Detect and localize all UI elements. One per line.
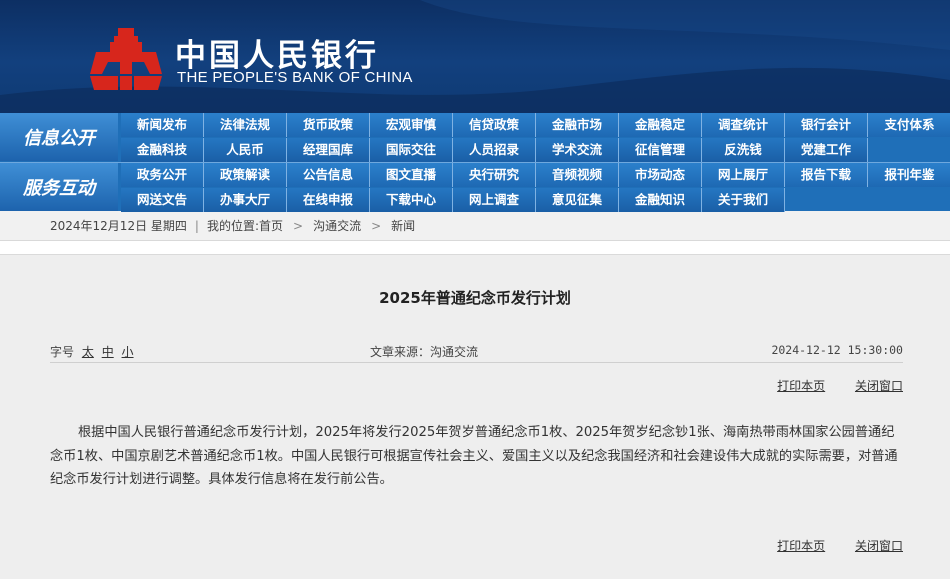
nav-row-3: 政务公开 政策解读 公告信息 图文直播 央行研究 音频视频 市场动态 网上展厅 … bbox=[121, 163, 950, 187]
divider bbox=[50, 362, 903, 363]
nav-link[interactable]: 货币政策 bbox=[287, 113, 370, 137]
breadcrumb: 2024年12月12日 星期四 | 我的位置: 首页 > 沟通交流 > 新闻 bbox=[0, 211, 950, 241]
nav-link[interactable]: 在线申报 bbox=[287, 188, 370, 212]
nav-link[interactable]: 银行会计 bbox=[785, 113, 868, 137]
nav-link[interactable]: 办事大厅 bbox=[204, 188, 287, 212]
nav-link[interactable]: 金融科技 bbox=[121, 138, 204, 162]
nav-link[interactable]: 关于我们 bbox=[702, 188, 785, 212]
nav-link[interactable]: 图文直播 bbox=[370, 163, 453, 187]
nav-link[interactable]: 政策解读 bbox=[204, 163, 287, 187]
nav-link[interactable]: 公告信息 bbox=[287, 163, 370, 187]
nav-link[interactable]: 征信管理 bbox=[619, 138, 702, 162]
nav-link[interactable]: 政务公开 bbox=[121, 163, 204, 187]
font-size-large-button[interactable]: 太 bbox=[82, 345, 94, 359]
nav-link[interactable]: 支付体系 bbox=[868, 113, 950, 137]
nav-link[interactable]: 信贷政策 bbox=[453, 113, 536, 137]
nav-row-1: 新闻发布 法律法规 货币政策 宏观审慎 信贷政策 金融市场 金融稳定 调查统计 … bbox=[121, 113, 950, 137]
print-page-button[interactable]: 打印本页 bbox=[777, 539, 825, 553]
nav-link[interactable]: 下载中心 bbox=[370, 188, 453, 212]
nav-link[interactable]: 市场动态 bbox=[619, 163, 702, 187]
breadcrumb-current[interactable]: 新闻 bbox=[391, 217, 415, 234]
nav-link[interactable]: 金融知识 bbox=[619, 188, 702, 212]
nav-link[interactable]: 人民币 bbox=[204, 138, 287, 162]
nav-link[interactable]: 网上调查 bbox=[453, 188, 536, 212]
breadcrumb-section[interactable]: 沟通交流 bbox=[313, 217, 361, 234]
article-panel: 2025年普通纪念币发行计划 字号 太 中 小 文章来源：沟通交流 2024-1… bbox=[0, 254, 950, 579]
nav-link[interactable]: 学术交流 bbox=[536, 138, 619, 162]
publish-time: 2024-12-12 15:30:00 bbox=[771, 343, 903, 357]
main-navigation: 信息公开 服务互动 新闻发布 法律法规 货币政策 宏观审慎 信贷政策 金融市场 … bbox=[0, 113, 950, 212]
article-body: 根据中国人民银行普通纪念币发行计划，2025年将发行2025年贺岁普通纪念币1枚… bbox=[50, 425, 898, 487]
nav-link[interactable]: 法律法规 bbox=[204, 113, 287, 137]
pboc-logo-icon[interactable] bbox=[88, 26, 164, 92]
nav-link[interactable]: 金融稳定 bbox=[619, 113, 702, 137]
current-date: 2024年12月12日 星期四 bbox=[50, 219, 187, 233]
nav-link[interactable]: 网送文告 bbox=[121, 188, 204, 212]
nav-link[interactable]: 国际交往 bbox=[370, 138, 453, 162]
chevron-right-icon: > bbox=[293, 218, 304, 233]
chevron-right-icon: > bbox=[371, 218, 382, 233]
nav-category-info-disclosure[interactable]: 信息公开 bbox=[0, 113, 118, 161]
article-tools-bottom: 打印本页 关闭窗口 bbox=[751, 537, 903, 554]
nav-link[interactable]: 网上展厅 bbox=[702, 163, 785, 187]
nav-link[interactable]: 反洗钱 bbox=[702, 138, 785, 162]
nav-link[interactable]: 金融市场 bbox=[536, 113, 619, 137]
nav-link[interactable]: 调查统计 bbox=[702, 113, 785, 137]
nav-link[interactable]: 宏观审慎 bbox=[370, 113, 453, 137]
font-size-controls: 字号 太 中 小 bbox=[50, 343, 134, 360]
font-size-label: 字号 bbox=[50, 345, 75, 359]
close-window-button[interactable]: 关闭窗口 bbox=[855, 539, 903, 553]
breadcrumb-home[interactable]: 首页 bbox=[259, 217, 283, 234]
nav-link[interactable]: 党建工作 bbox=[785, 138, 868, 162]
nav-row-4: 网送文告 办事大厅 在线申报 下载中心 网上调查 意见征集 金融知识 关于我们 bbox=[121, 188, 785, 212]
separator: | bbox=[194, 218, 199, 233]
nav-link[interactable]: 央行研究 bbox=[453, 163, 536, 187]
nav-divider bbox=[0, 162, 950, 163]
site-header: 中国人民银行 THE PEOPLE'S BANK OF CHINA bbox=[0, 0, 950, 113]
nav-link[interactable]: 经理国库 bbox=[287, 138, 370, 162]
article-source: 文章来源：沟通交流 bbox=[370, 345, 479, 359]
nav-link[interactable]: 报刊年鉴 bbox=[868, 163, 950, 187]
nav-link[interactable]: 报告下载 bbox=[785, 163, 868, 187]
nav-link[interactable]: 新闻发布 bbox=[121, 113, 204, 137]
font-size-medium-button[interactable]: 中 bbox=[102, 345, 114, 359]
nav-link[interactable]: 人员招录 bbox=[453, 138, 536, 162]
font-size-small-button[interactable]: 小 bbox=[122, 345, 134, 359]
nav-link[interactable]: 意见征集 bbox=[536, 188, 619, 212]
nav-category-service-interaction[interactable]: 服务互动 bbox=[0, 163, 118, 211]
nav-row-2: 金融科技 人民币 经理国库 国际交往 人员招录 学术交流 征信管理 反洗钱 党建… bbox=[121, 138, 868, 162]
location-label: 我的位置: bbox=[206, 219, 259, 233]
article-title: 2025年普通纪念币发行计划 bbox=[379, 289, 571, 307]
bank-name-english: THE PEOPLE'S BANK OF CHINA bbox=[177, 69, 413, 86]
article-tools-top: 打印本页 关闭窗口 bbox=[751, 377, 903, 394]
close-window-button[interactable]: 关闭窗口 bbox=[855, 379, 903, 393]
print-page-button[interactable]: 打印本页 bbox=[777, 379, 825, 393]
nav-link[interactable]: 音频视频 bbox=[536, 163, 619, 187]
